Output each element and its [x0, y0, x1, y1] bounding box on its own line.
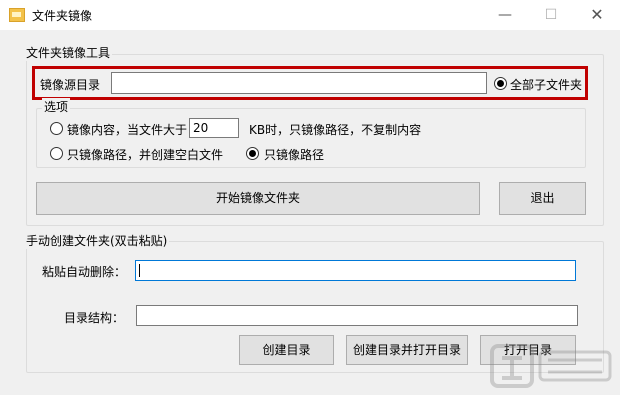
start-mirror-button[interactable]: 开始镜像文件夹: [36, 182, 480, 215]
options-group-title: 选项: [42, 98, 71, 115]
path-only-label[interactable]: 只镜像路径: [264, 146, 324, 163]
all-subfolders-radio[interactable]: [494, 77, 507, 90]
dir-structure-input[interactable]: [136, 305, 578, 326]
folder-app-icon: [9, 8, 25, 22]
dir-structure-label: 目录结构：: [64, 311, 125, 325]
size-suffix-label: KB时，只镜像路径，不复制内容: [249, 123, 422, 137]
size-threshold-input[interactable]: 20: [189, 118, 239, 138]
exit-button[interactable]: 退出: [499, 182, 586, 215]
size-threshold-value: 20: [193, 121, 209, 135]
path-only-radio[interactable]: [246, 147, 259, 160]
all-subfolders-label[interactable]: 全部子文件夹: [510, 76, 582, 93]
minimize-button[interactable]: —: [482, 0, 528, 30]
create-and-open-dir-button[interactable]: 创建目录并打开目录: [346, 335, 468, 365]
mirror-content-radio[interactable]: [50, 122, 63, 135]
site-watermark-logo: [490, 344, 612, 388]
create-dir-button[interactable]: 创建目录: [239, 335, 334, 365]
manual-create-group-title: 手动创建文件夹(双击粘贴): [24, 232, 170, 249]
source-dir-label: 镜像源目录: [40, 78, 101, 92]
window-title: 文件夹镜像: [32, 9, 93, 23]
source-dir-input[interactable]: [111, 72, 487, 94]
path-blank-files-radio[interactable]: [50, 147, 63, 160]
text-caret: [139, 264, 140, 277]
mirror-tool-group-title: 文件夹镜像工具: [24, 44, 113, 61]
mirror-content-label[interactable]: 镜像内容，当文件大于: [67, 121, 187, 138]
close-button[interactable]: ✕: [574, 0, 620, 30]
paste-auto-delete-input[interactable]: [135, 260, 576, 281]
paste-auto-delete-label: 粘贴自动删除：: [42, 265, 127, 279]
title-bar: 文件夹镜像 — ☐ ✕: [0, 0, 620, 30]
path-blank-files-label[interactable]: 只镜像路径，并创建空白文件: [67, 146, 223, 163]
maximize-button[interactable]: ☐: [528, 0, 574, 30]
